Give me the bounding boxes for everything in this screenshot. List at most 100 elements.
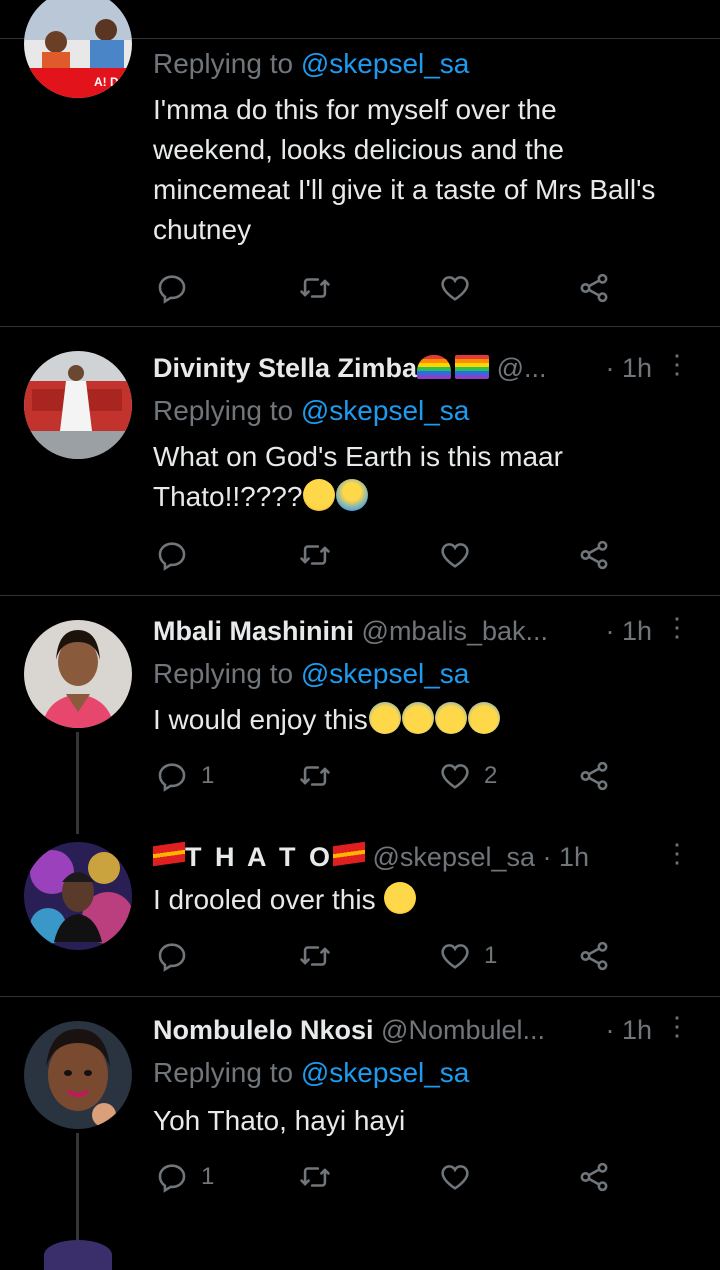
display-name[interactable]: T H A T O bbox=[185, 842, 333, 872]
like-button[interactable]: 2 bbox=[438, 756, 497, 796]
reply-button[interactable]: 1 bbox=[155, 1157, 214, 1197]
share-button[interactable] bbox=[577, 268, 611, 308]
retweet-button[interactable] bbox=[298, 535, 332, 575]
share-button[interactable] bbox=[577, 535, 611, 575]
tweet-1[interactable]: A! DAR Replying to @skepsel_sa I'mma do … bbox=[0, 0, 720, 326]
share-icon bbox=[580, 273, 608, 303]
crying-face-emoji-icon bbox=[368, 702, 401, 734]
more-icon[interactable]: ⋮ bbox=[664, 1011, 690, 1042]
timestamp[interactable]: · 1h bbox=[605, 353, 652, 384]
tweet-header: Divinity Stella Zimba @... · 1h ⋮ bbox=[153, 349, 696, 393]
avatar[interactable] bbox=[24, 620, 132, 728]
like-count: 2 bbox=[484, 762, 498, 789]
avatar[interactable] bbox=[24, 842, 132, 950]
timestamp[interactable]: · 1h bbox=[605, 616, 652, 647]
tweet-text-fragment: I drooled over this bbox=[153, 884, 384, 915]
retweet-icon bbox=[300, 766, 330, 786]
more-icon[interactable]: ⋮ bbox=[664, 349, 690, 380]
replying-to-label: Replying to bbox=[153, 48, 301, 79]
reply-handle-link[interactable]: @skepsel_sa bbox=[301, 48, 470, 79]
more-icon[interactable]: ⋮ bbox=[664, 612, 690, 643]
rainbow-emoji-icon bbox=[417, 355, 452, 379]
share-button[interactable] bbox=[577, 936, 611, 976]
timestamp[interactable]: · 1h bbox=[543, 842, 590, 872]
tweet-3[interactable]: Mbali Mashinini @mbalis_bak... · 1h ⋮ Re… bbox=[0, 596, 720, 836]
retweet-button[interactable] bbox=[298, 268, 332, 308]
tweet-text-line: chutney bbox=[153, 214, 252, 245]
tweet-4[interactable]: T H A T O @skepsel_sa · 1h ⋮ I drooled o… bbox=[0, 836, 720, 996]
crying-face-emoji-icon bbox=[434, 702, 467, 734]
replying-to: Replying to @skepsel_sa bbox=[153, 48, 469, 80]
action-bar bbox=[153, 535, 623, 575]
share-icon bbox=[580, 1162, 608, 1192]
avatar[interactable] bbox=[24, 1021, 132, 1129]
like-button[interactable]: 1 bbox=[438, 936, 497, 976]
reply-handle-link[interactable]: @skepsel_sa bbox=[301, 658, 470, 689]
tweet-text: Yoh Thato, hayi hayi bbox=[153, 1101, 703, 1141]
display-name[interactable]: Nombulelo Nkosi bbox=[153, 1015, 374, 1045]
reply-button[interactable] bbox=[155, 535, 189, 575]
tweet-2[interactable]: Divinity Stella Zimba @... · 1h ⋮ Replyi… bbox=[0, 327, 720, 595]
tweet-header: Nombulelo Nkosi @Nombulel... · 1h ⋮ bbox=[153, 1011, 696, 1055]
heart-icon bbox=[441, 276, 469, 301]
retweet-icon bbox=[300, 946, 330, 966]
retweet-icon bbox=[300, 545, 330, 565]
reply-icon bbox=[158, 275, 186, 304]
retweet-icon bbox=[300, 278, 330, 298]
tweet-text-line: weekend, looks delicious and the bbox=[153, 134, 564, 165]
reply-count: 1 bbox=[201, 762, 215, 789]
tweet-text-line: mincemeat I'll give it a taste of Mrs Ba… bbox=[153, 174, 656, 205]
share-icon bbox=[580, 761, 608, 791]
reply-handle-link[interactable]: @skepsel_sa bbox=[301, 395, 470, 426]
heart-icon bbox=[441, 543, 469, 568]
tweet-header: Mbali Mashinini @mbalis_bak... · 1h ⋮ bbox=[153, 612, 696, 656]
tweet-text-fragment: Yoh Thato, hayi hayi bbox=[153, 1105, 406, 1136]
action-bar: 1 2 bbox=[153, 756, 623, 796]
replying-to: Replying to @skepsel_sa bbox=[153, 395, 469, 427]
reply-button[interactable] bbox=[155, 268, 189, 308]
replying-to: Replying to @skepsel_sa bbox=[153, 658, 469, 690]
thread-line bbox=[76, 1133, 79, 1251]
display-name[interactable]: Mbali Mashinini bbox=[153, 616, 354, 646]
screaming-face-emoji-icon bbox=[336, 479, 369, 511]
timestamp[interactable]: · 1h bbox=[605, 1015, 652, 1046]
next-tweet-avatar[interactable] bbox=[44, 1240, 112, 1270]
tweet-text-fragment: I would enjoy this bbox=[153, 704, 368, 735]
retweet-icon bbox=[300, 1167, 330, 1187]
tweet-header: T H A T O @skepsel_sa · 1h ⋮ bbox=[153, 838, 696, 882]
crying-face-emoji-icon bbox=[467, 702, 500, 734]
tweet-text: What on God's Earth is this maar Thato!!… bbox=[153, 437, 703, 517]
retweet-button[interactable] bbox=[298, 1157, 332, 1197]
replying-to: Replying to @skepsel_sa bbox=[153, 1057, 469, 1089]
action-bar: 1 bbox=[153, 1157, 623, 1197]
avatar[interactable]: A! DAR bbox=[24, 0, 132, 98]
reply-button[interactable]: 1 bbox=[155, 756, 214, 796]
like-button[interactable] bbox=[438, 535, 472, 575]
drooling-face-emoji-icon bbox=[384, 882, 417, 914]
reply-button[interactable] bbox=[155, 936, 189, 976]
share-button[interactable] bbox=[577, 756, 611, 796]
replying-to-label: Replying to bbox=[153, 395, 301, 426]
reply-icon bbox=[158, 1164, 186, 1193]
pride-flag-icon bbox=[455, 355, 490, 379]
more-icon[interactable]: ⋮ bbox=[664, 838, 690, 869]
tweet-text: I drooled over this bbox=[153, 880, 703, 920]
user-handle[interactable]: @mbalis_bak... bbox=[362, 616, 548, 646]
display-name[interactable]: Divinity Stella Zimba bbox=[153, 353, 417, 383]
flushed-face-emoji-icon bbox=[303, 479, 336, 511]
user-handle[interactable]: @... bbox=[497, 353, 547, 383]
like-button[interactable] bbox=[438, 1157, 472, 1197]
retweet-button[interactable] bbox=[298, 756, 332, 796]
share-button[interactable] bbox=[577, 1157, 611, 1197]
tweet-text-fragment: Thato!!???? bbox=[153, 481, 303, 512]
like-button[interactable] bbox=[438, 268, 472, 308]
reply-handle-link[interactable]: @skepsel_sa bbox=[301, 1057, 470, 1088]
tweet-5[interactable]: Nombulelo Nkosi @Nombulel... · 1h ⋮ Repl… bbox=[0, 997, 720, 1251]
user-handle[interactable]: @skepsel_sa bbox=[373, 842, 536, 872]
avatar[interactable] bbox=[24, 351, 132, 459]
user-handle[interactable]: @Nombulel... bbox=[381, 1015, 545, 1045]
retweet-button[interactable] bbox=[298, 936, 332, 976]
share-icon bbox=[580, 941, 608, 971]
replying-to-label: Replying to bbox=[153, 658, 301, 689]
like-count: 1 bbox=[484, 942, 498, 969]
